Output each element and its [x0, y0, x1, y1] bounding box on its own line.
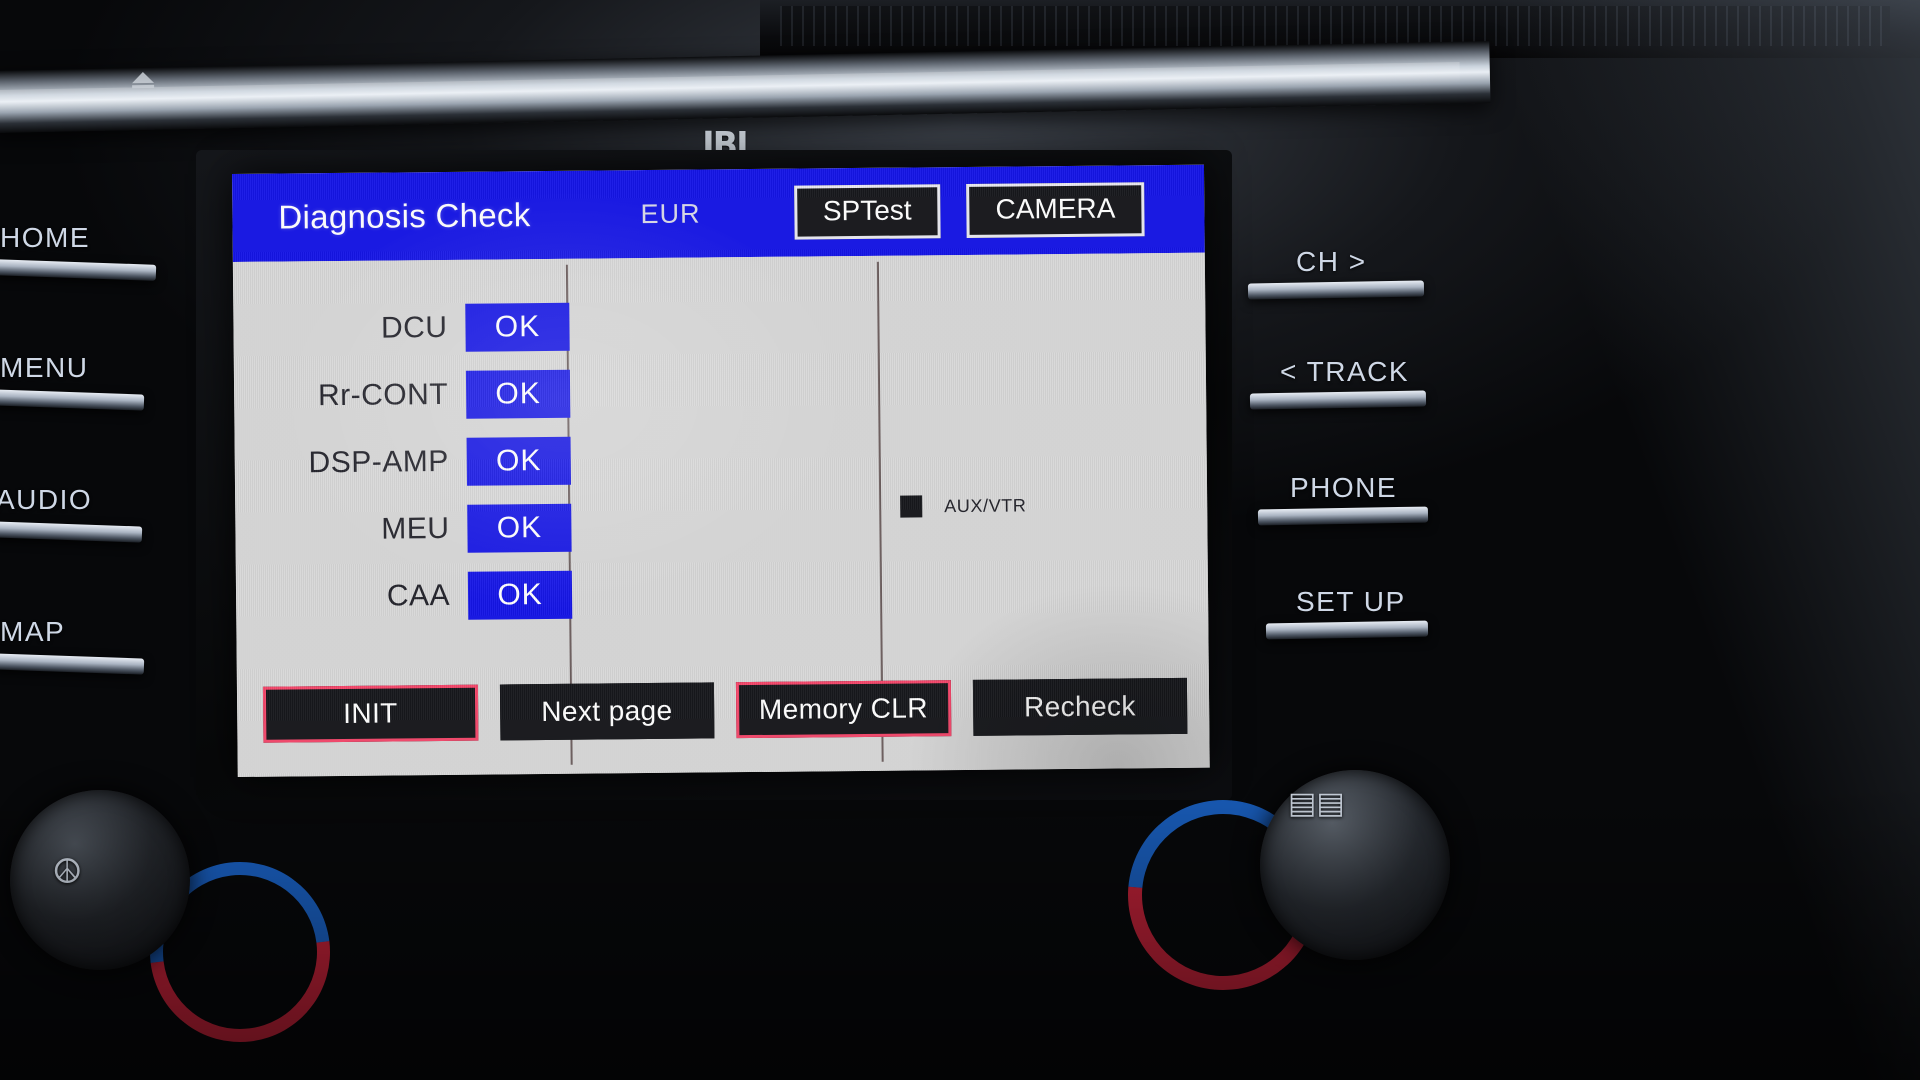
sptest-button[interactable]: SPTest	[793, 184, 941, 240]
page-title: Diagnosis Check	[278, 196, 531, 236]
diagnosis-status-list: DCU OK Rr-CONT OK DSP-AMP OK MEU OK CAA	[269, 302, 573, 622]
camera-button[interactable]: CAMERA	[966, 182, 1145, 238]
aux-vtr-label: AUX/VTR	[944, 494, 1027, 516]
hardkey-channel[interactable]	[1247, 280, 1425, 300]
status-badge: OK	[465, 302, 570, 352]
hardkey-label-audio: AUDIO	[0, 484, 93, 515]
table-row: MEU OK	[271, 503, 572, 555]
region-label: EUR	[640, 198, 701, 229]
car-dashboard: JBL HOME MENU AUDIO MAP CH > < TRACK PHO…	[0, 0, 1920, 1080]
hardkey-label-menu: MENU	[0, 352, 89, 383]
recheck-button[interactable]: Recheck	[972, 677, 1188, 736]
status-badge: OK	[467, 503, 572, 553]
status-label: Rr-CONT	[317, 377, 449, 413]
table-row: Rr-CONT OK	[270, 369, 571, 421]
header-button-group: SPTest CAMERA	[793, 182, 1187, 240]
hardkey-label-map: MAP	[0, 616, 66, 647]
hardkey-label-phone: PHONE	[1290, 472, 1398, 503]
hardkey-menu[interactable]	[0, 389, 145, 411]
aux-vtr-indicator[interactable]: AUX/VTR	[900, 494, 1027, 518]
table-row: DSP-AMP OK	[271, 436, 571, 488]
eject-icon[interactable]	[131, 71, 156, 89]
status-label: MEU	[381, 511, 450, 546]
hardkey-track[interactable]	[1249, 390, 1427, 410]
action-button-bar: INIT Next page Memory CLR Recheck	[262, 677, 1188, 743]
screen-header: Diagnosis Check EUR SPTest CAMERA	[232, 164, 1205, 262]
infotainment-screen[interactable]: Diagnosis Check EUR SPTest CAMERA DCU OK…	[232, 164, 1210, 777]
hardkey-label-track: < TRACK	[1280, 356, 1410, 387]
status-badge: OK	[467, 570, 573, 620]
hardkey-setup[interactable]	[1265, 620, 1429, 640]
hardkey-label-channel: CH >	[1296, 246, 1367, 277]
climate-knob-left[interactable]	[10, 790, 190, 970]
init-button[interactable]: INIT	[262, 684, 478, 743]
table-row: CAA OK	[272, 570, 573, 622]
next-page-button[interactable]: Next page	[499, 682, 715, 741]
screen-body: DCU OK Rr-CONT OK DSP-AMP OK MEU OK CAA	[232, 252, 1210, 777]
hardkey-map[interactable]	[0, 653, 145, 675]
status-badge: OK	[466, 436, 571, 486]
hardkey-home[interactable]	[0, 259, 157, 281]
interior-trim	[1500, 0, 1920, 1080]
checkbox-filled-icon[interactable]	[900, 495, 923, 518]
hardkey-phone[interactable]	[1257, 506, 1429, 526]
status-label: DCU	[380, 310, 448, 345]
rear-defogger-icon: ▤▤	[1288, 787, 1345, 820]
hardkey-label-setup: SET UP	[1296, 586, 1406, 617]
memory-clr-button[interactable]: Memory CLR	[735, 680, 951, 739]
status-badge: OK	[465, 369, 571, 419]
hardkey-label-home: HOME	[0, 222, 90, 253]
table-row: DCU OK	[269, 302, 570, 354]
status-label: DSP-AMP	[308, 444, 449, 480]
status-label: CAA	[386, 578, 451, 613]
hardkey-audio[interactable]	[0, 521, 143, 543]
defrost-icon: ☮	[52, 853, 83, 891]
